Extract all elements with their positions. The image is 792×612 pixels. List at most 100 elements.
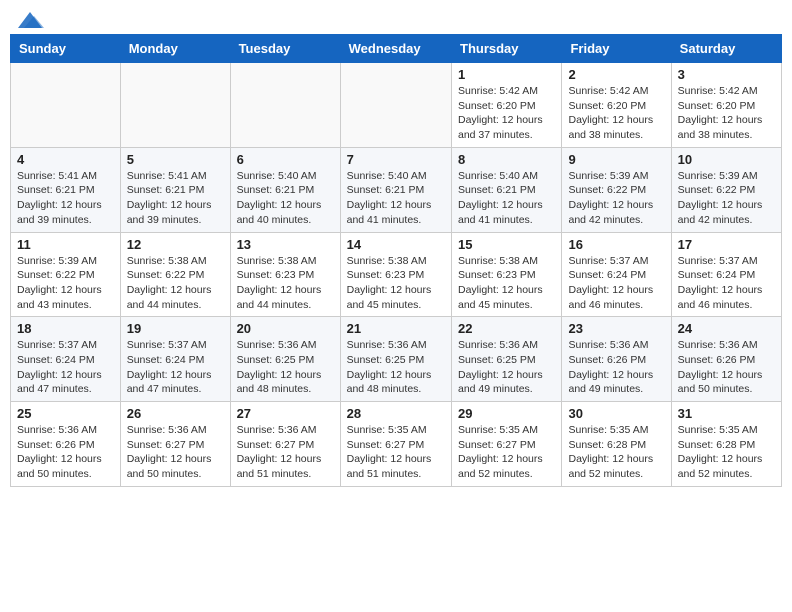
day-info: Sunrise: 5:40 AM Sunset: 6:21 PM Dayligh… [458, 169, 555, 228]
day-info: Sunrise: 5:35 AM Sunset: 6:27 PM Dayligh… [458, 423, 555, 482]
day-number: 27 [237, 406, 334, 421]
calendar-cell: 13Sunrise: 5:38 AM Sunset: 6:23 PM Dayli… [230, 232, 340, 317]
day-info: Sunrise: 5:41 AM Sunset: 6:21 PM Dayligh… [17, 169, 114, 228]
day-number: 20 [237, 321, 334, 336]
day-info: Sunrise: 5:36 AM Sunset: 6:27 PM Dayligh… [127, 423, 224, 482]
calendar-cell: 18 Sunrise: 5:37 AM Sunset: 6:24 PM Dayli… [11, 317, 121, 402]
day-info: Sunrise: 5:37 AM Sunset: 6:24 PM Dayligh… [17, 338, 114, 397]
calendar-cell: 16 Sunrise: 5:37 AM Sunset: 6:24 PM Dayli… [562, 232, 671, 317]
day-number: 11 [17, 237, 114, 252]
weekday-header-friday: Friday [562, 35, 671, 63]
day-number: 19 [127, 321, 224, 336]
calendar-cell: 14 Sunrise: 5:38 AM Sunset: 6:23 PM Dayli… [340, 232, 451, 317]
day-number: 14 [347, 237, 445, 252]
calendar-cell: 5 Sunrise: 5:41 AM Sunset: 6:21 PM Daylig… [120, 147, 230, 232]
day-number: 10 [678, 152, 775, 167]
day-info: Sunrise: 5:35 AM Sunset: 6:28 PM Dayligh… [568, 423, 664, 482]
calendar-cell: 7Sunrise: 5:40 AM Sunset: 6:21 PM Daylig… [340, 147, 451, 232]
calendar-week-row: 25 Sunrise: 5:36 AM Sunset: 6:26 PM Dayli… [11, 402, 782, 487]
day-number: 8 [458, 152, 555, 167]
weekday-header-sunday: Sunday [11, 35, 121, 63]
calendar-cell: 17Sunrise: 5:37 AM Sunset: 6:24 PM Dayli… [671, 232, 781, 317]
day-number: 9 [568, 152, 664, 167]
day-info: Sunrise: 5:41 AM Sunset: 6:21 PM Dayligh… [127, 169, 224, 228]
weekday-header-tuesday: Tuesday [230, 35, 340, 63]
day-number: 4 [17, 152, 114, 167]
calendar-cell: 19 Sunrise: 5:37 AM Sunset: 6:24 PM Dayli… [120, 317, 230, 402]
day-number: 16 [568, 237, 664, 252]
calendar-cell: 23 Sunrise: 5:36 AM Sunset: 6:26 PM Dayli… [562, 317, 671, 402]
day-number: 24 [678, 321, 775, 336]
weekday-header-thursday: Thursday [452, 35, 562, 63]
calendar: SundayMondayTuesdayWednesdayThursdayFrid… [10, 34, 782, 487]
day-number: 29 [458, 406, 555, 421]
day-number: 13 [237, 237, 334, 252]
day-info: Sunrise: 5:40 AM Sunset: 6:21 PM Dayligh… [237, 169, 334, 228]
calendar-cell: 15 Sunrise: 5:38 AM Sunset: 6:23 PM Dayli… [452, 232, 562, 317]
calendar-cell: 12 Sunrise: 5:38 AM Sunset: 6:22 PM Dayli… [120, 232, 230, 317]
day-number: 26 [127, 406, 224, 421]
day-number: 31 [678, 406, 775, 421]
calendar-cell: 3 Sunrise: 5:42 AM Sunset: 6:20 PM Daylig… [671, 63, 781, 148]
day-info: Sunrise: 5:36 AM Sunset: 6:25 PM Dayligh… [458, 338, 555, 397]
calendar-week-row: 11Sunrise: 5:39 AM Sunset: 6:22 PM Dayli… [11, 232, 782, 317]
logo-icon [16, 10, 44, 30]
day-number: 21 [347, 321, 445, 336]
calendar-cell: 30Sunrise: 5:35 AM Sunset: 6:28 PM Dayli… [562, 402, 671, 487]
calendar-cell [11, 63, 121, 148]
calendar-cell: 29 Sunrise: 5:35 AM Sunset: 6:27 PM Dayli… [452, 402, 562, 487]
calendar-cell: 11Sunrise: 5:39 AM Sunset: 6:22 PM Dayli… [11, 232, 121, 317]
calendar-cell [340, 63, 451, 148]
day-info: Sunrise: 5:39 AM Sunset: 6:22 PM Dayligh… [568, 169, 664, 228]
day-number: 1 [458, 67, 555, 82]
weekday-header-monday: Monday [120, 35, 230, 63]
day-info: Sunrise: 5:38 AM Sunset: 6:22 PM Dayligh… [127, 254, 224, 313]
page-header [10, 10, 782, 26]
calendar-cell: 28 Sunrise: 5:35 AM Sunset: 6:27 PM Dayli… [340, 402, 451, 487]
logo [14, 10, 44, 26]
day-info: Sunrise: 5:38 AM Sunset: 6:23 PM Dayligh… [458, 254, 555, 313]
calendar-cell: 1 Sunrise: 5:42 AM Sunset: 6:20 PM Daylig… [452, 63, 562, 148]
day-info: Sunrise: 5:37 AM Sunset: 6:24 PM Dayligh… [127, 338, 224, 397]
calendar-cell: 27 Sunrise: 5:36 AM Sunset: 6:27 PM Dayli… [230, 402, 340, 487]
day-info: Sunrise: 5:36 AM Sunset: 6:26 PM Dayligh… [17, 423, 114, 482]
day-number: 17 [678, 237, 775, 252]
day-info: Sunrise: 5:36 AM Sunset: 6:25 PM Dayligh… [237, 338, 334, 397]
calendar-week-row: 18 Sunrise: 5:37 AM Sunset: 6:24 PM Dayli… [11, 317, 782, 402]
day-info: Sunrise: 5:38 AM Sunset: 6:23 PM Dayligh… [347, 254, 445, 313]
day-info: Sunrise: 5:37 AM Sunset: 6:24 PM Dayligh… [568, 254, 664, 313]
day-number: 23 [568, 321, 664, 336]
day-number: 15 [458, 237, 555, 252]
calendar-cell: 24Sunrise: 5:36 AM Sunset: 6:26 PM Dayli… [671, 317, 781, 402]
day-number: 22 [458, 321, 555, 336]
day-info: Sunrise: 5:36 AM Sunset: 6:25 PM Dayligh… [347, 338, 445, 397]
calendar-cell: 31 Sunrise: 5:35 AM Sunset: 6:28 PM Dayli… [671, 402, 781, 487]
weekday-header-saturday: Saturday [671, 35, 781, 63]
day-number: 7 [347, 152, 445, 167]
day-number: 25 [17, 406, 114, 421]
day-number: 28 [347, 406, 445, 421]
day-info: Sunrise: 5:42 AM Sunset: 6:20 PM Dayligh… [458, 84, 555, 143]
calendar-cell: 25 Sunrise: 5:36 AM Sunset: 6:26 PM Dayli… [11, 402, 121, 487]
day-info: Sunrise: 5:42 AM Sunset: 6:20 PM Dayligh… [568, 84, 664, 143]
calendar-cell: 20 Sunrise: 5:36 AM Sunset: 6:25 PM Dayli… [230, 317, 340, 402]
weekday-header-row: SundayMondayTuesdayWednesdayThursdayFrid… [11, 35, 782, 63]
day-info: Sunrise: 5:35 AM Sunset: 6:28 PM Dayligh… [678, 423, 775, 482]
calendar-week-row: 4 Sunrise: 5:41 AM Sunset: 6:21 PM Daylig… [11, 147, 782, 232]
calendar-cell: 8 Sunrise: 5:40 AM Sunset: 6:21 PM Daylig… [452, 147, 562, 232]
day-number: 5 [127, 152, 224, 167]
calendar-cell: 6 Sunrise: 5:40 AM Sunset: 6:21 PM Daylig… [230, 147, 340, 232]
day-info: Sunrise: 5:36 AM Sunset: 6:27 PM Dayligh… [237, 423, 334, 482]
calendar-cell: 4 Sunrise: 5:41 AM Sunset: 6:21 PM Daylig… [11, 147, 121, 232]
day-number: 3 [678, 67, 775, 82]
day-info: Sunrise: 5:35 AM Sunset: 6:27 PM Dayligh… [347, 423, 445, 482]
day-info: Sunrise: 5:36 AM Sunset: 6:26 PM Dayligh… [568, 338, 664, 397]
calendar-cell: 10 Sunrise: 5:39 AM Sunset: 6:22 PM Dayli… [671, 147, 781, 232]
day-info: Sunrise: 5:42 AM Sunset: 6:20 PM Dayligh… [678, 84, 775, 143]
calendar-week-row: 1 Sunrise: 5:42 AM Sunset: 6:20 PM Daylig… [11, 63, 782, 148]
calendar-cell: 26 Sunrise: 5:36 AM Sunset: 6:27 PM Dayli… [120, 402, 230, 487]
day-number: 18 [17, 321, 114, 336]
day-number: 12 [127, 237, 224, 252]
day-info: Sunrise: 5:39 AM Sunset: 6:22 PM Dayligh… [678, 169, 775, 228]
day-number: 6 [237, 152, 334, 167]
